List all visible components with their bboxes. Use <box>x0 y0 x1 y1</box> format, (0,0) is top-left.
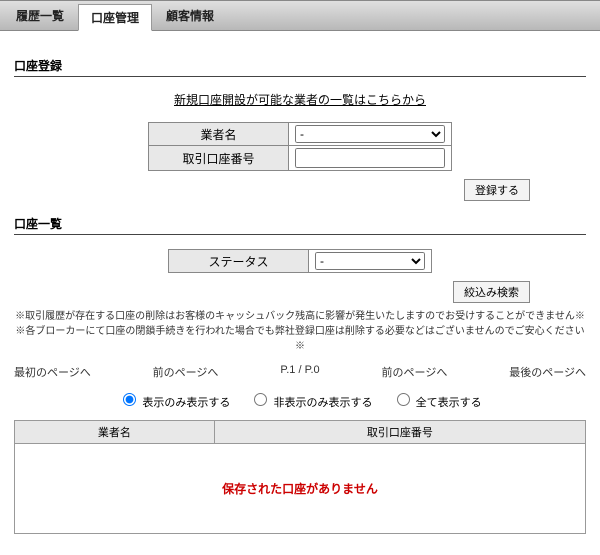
note-line-1: ※取引履歴が存在する口座の削除はお客様のキャッシュバック残高に影響が発生いたしま… <box>14 309 586 324</box>
tab-history[interactable]: 履歴一覧 <box>4 3 76 30</box>
status-select[interactable]: - <box>315 252 425 270</box>
display-filter: 表示のみ表示する 非表示のみ表示する 全て表示する <box>14 390 586 410</box>
divider <box>14 234 586 235</box>
pager: 最初のページへ 前のページへ P.1 / P.0 前のページへ 最後のページへ <box>14 364 586 380</box>
tabs: 履歴一覧 口座管理 顧客情報 <box>0 0 600 31</box>
divider <box>14 76 586 77</box>
register-button[interactable]: 登録する <box>464 179 530 201</box>
filter-form: ステータス - <box>168 249 432 273</box>
notes: ※取引履歴が存在する口座の削除はお客様のキャッシュバック残高に影響が発生いたしま… <box>14 309 586 354</box>
page-content: 口座登録 新規口座開設が可能な業者の一覧はこちらから 業者名 - 取引口座番号 … <box>0 31 600 546</box>
radio-hide-label[interactable]: 非表示のみ表示する <box>249 397 375 409</box>
radio-all[interactable] <box>397 393 410 406</box>
pager-next[interactable]: 前のページへ <box>382 364 448 380</box>
tab-customer[interactable]: 顧客情報 <box>154 3 226 30</box>
empty-message: 保存された口座がありません <box>14 444 586 534</box>
account-no-label: 取引口座番号 <box>149 146 289 171</box>
tab-account[interactable]: 口座管理 <box>78 4 152 31</box>
status-label: ステータス <box>169 250 309 273</box>
search-button[interactable]: 絞込み検索 <box>453 281 530 303</box>
radio-all-text: 全て表示する <box>416 397 482 409</box>
new-account-link[interactable]: 新規口座開設が可能な業者の一覧はこちらから <box>174 93 426 107</box>
note-line-2: ※各ブローカーにて口座の閉鎖手続きを行われた場合でも弊社登録口座は削除する必要な… <box>14 324 586 354</box>
radio-show-text: 表示のみ表示する <box>142 397 230 409</box>
section-title-list: 口座一覧 <box>14 215 586 232</box>
pager-first[interactable]: 最初のページへ <box>14 364 91 380</box>
broker-label: 業者名 <box>149 123 289 146</box>
new-account-link-row: 新規口座開設が可能な業者の一覧はこちらから <box>14 91 586 108</box>
col-broker: 業者名 <box>15 421 215 444</box>
section-title-register: 口座登録 <box>14 57 586 74</box>
account-table: 業者名 取引口座番号 <box>14 420 586 444</box>
radio-all-label[interactable]: 全て表示する <box>392 397 482 409</box>
pager-position: P.1 / P.0 <box>280 364 319 380</box>
radio-hide-text: 非表示のみ表示する <box>274 397 373 409</box>
account-no-input[interactable] <box>295 148 445 168</box>
radio-hide[interactable] <box>254 393 267 406</box>
register-form: 業者名 - 取引口座番号 <box>148 122 452 171</box>
radio-show[interactable] <box>123 393 136 406</box>
pager-last[interactable]: 最後のページへ <box>509 364 586 380</box>
col-account-no: 取引口座番号 <box>214 421 585 444</box>
broker-select[interactable]: - <box>295 125 445 143</box>
pager-prev[interactable]: 前のページへ <box>153 364 219 380</box>
radio-show-label[interactable]: 表示のみ表示する <box>118 397 233 409</box>
